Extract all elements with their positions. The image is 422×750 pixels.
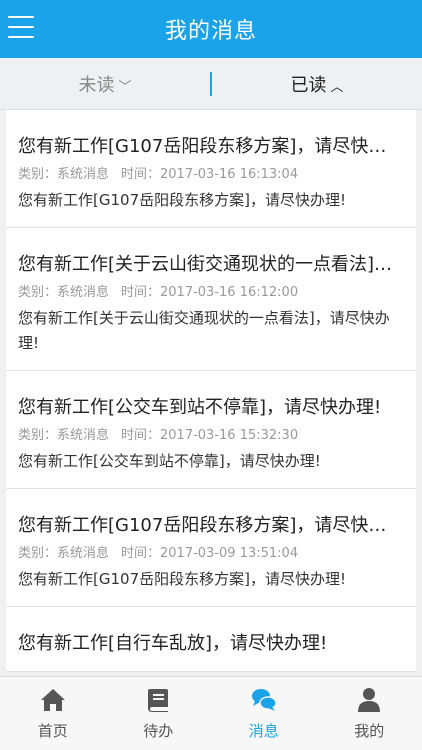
message-category: 类别：系统消息 (18, 167, 110, 182)
tab-home-label: 首页 (37, 722, 68, 740)
chevron-down-icon: ﹀ (118, 79, 132, 95)
message-title: 您有新工作[自行车乱放]，请尽快办理! (18, 633, 328, 654)
message-time: 时间：2017-03-16 16:13:04 (121, 167, 299, 182)
message-category: 类别：系统消息 (18, 285, 110, 300)
message-meta: 类别：系统消息 时间：2017-03-09 13:51:04 (18, 545, 404, 563)
bottom-tab-bar: 首页 待办 消息 我的 (0, 676, 422, 750)
message-time: 时间：2017-03-16 16:12:00 (121, 285, 299, 300)
book-icon (148, 689, 169, 712)
message-time: 时间：2017-03-09 13:51:04 (121, 546, 299, 561)
message-body: 您有新工作[G107岳阳段东移方案]，请尽快办理! (18, 570, 346, 588)
message-meta: 类别：系统消息 时间：2017-03-16 16:13:04 (18, 166, 404, 184)
tab-mine[interactable]: 我的 (317, 677, 422, 750)
message-title: 您有新工作[关于云山街交通现状的一点看法]，请尽快办理! (18, 254, 404, 275)
tab-unread-label: 未读 (78, 74, 115, 96)
page-title: 我的消息 (164, 19, 257, 44)
user-icon (358, 688, 381, 712)
list-item[interactable]: 您有新工作[自行车乱放]，请尽快办理! (6, 607, 416, 672)
app-header: 我的消息 (0, 0, 422, 58)
message-body: 您有新工作[关于云山街交通现状的一点看法]，请尽快办理! (18, 309, 390, 352)
tab-home[interactable]: 首页 (0, 677, 106, 750)
message-body: 您有新工作[G107岳阳段东移方案]，请尽快办理! (18, 191, 346, 209)
message-title: 您有新工作[公交车到站不停靠]，请尽快办理! (18, 397, 382, 418)
tab-read[interactable]: 已读 ︿ (212, 71, 422, 97)
tab-messages[interactable]: 消息 (211, 677, 317, 750)
message-category: 类别：系统消息 (18, 428, 110, 443)
tab-mine-label: 我的 (354, 722, 385, 740)
read-filter-bar: 未读 ﹀ 已读 ︿ (0, 58, 422, 110)
hamburger-menu-icon[interactable] (8, 16, 34, 40)
list-item[interactable]: 您有新工作[关于云山街交通现状的一点看法]，请尽快办理! 类别：系统消息时间：2… (6, 228, 416, 371)
message-meta: 类别：系统消息 时间：2017-03-16 15:32:30 (18, 427, 404, 445)
message-meta: 类别：系统消息 时间：2017-03-16 16:12:00 (18, 284, 404, 302)
list-item[interactable]: 您有新工作[G107岳阳段东移方案]，请尽快办理! 类别：系统消息 时间：2017… (6, 110, 416, 228)
chat-bubbles-icon (251, 689, 277, 711)
list-item[interactable]: 您有新工作[公交车到站不停靠]，请尽快办理! 类别：系统消息 时间：2017-03… (6, 371, 416, 489)
message-body: 您有新工作[公交车到站不停靠]，请尽快办理! (18, 452, 321, 470)
message-category: 类别：系统消息 (18, 546, 110, 561)
tab-todo-label: 待办 (143, 722, 174, 740)
message-time: 时间：2017-03-16 15:32:30 (121, 428, 299, 443)
message-title: 您有新工作[G107岳阳段东移方案]，请尽快办理! (18, 136, 404, 157)
tab-messages-label: 消息 (248, 722, 279, 740)
chevron-up-icon: ︿ (330, 79, 344, 95)
list-item[interactable]: 您有新工作[G107岳阳段东移方案]，请尽快办理! 类别：系统消息 时间：2017… (6, 489, 416, 607)
tab-unread[interactable]: 未读 ﹀ (0, 71, 210, 97)
message-list: 您有新工作[G107岳阳段东移方案]，请尽快办理! 类别：系统消息 时间：2017… (6, 110, 416, 676)
message-title: 您有新工作[G107岳阳段东移方案]，请尽快办理! (18, 515, 404, 536)
home-icon (40, 689, 65, 711)
tab-read-label: 已读 (290, 74, 327, 96)
tab-todo[interactable]: 待办 (106, 677, 212, 750)
